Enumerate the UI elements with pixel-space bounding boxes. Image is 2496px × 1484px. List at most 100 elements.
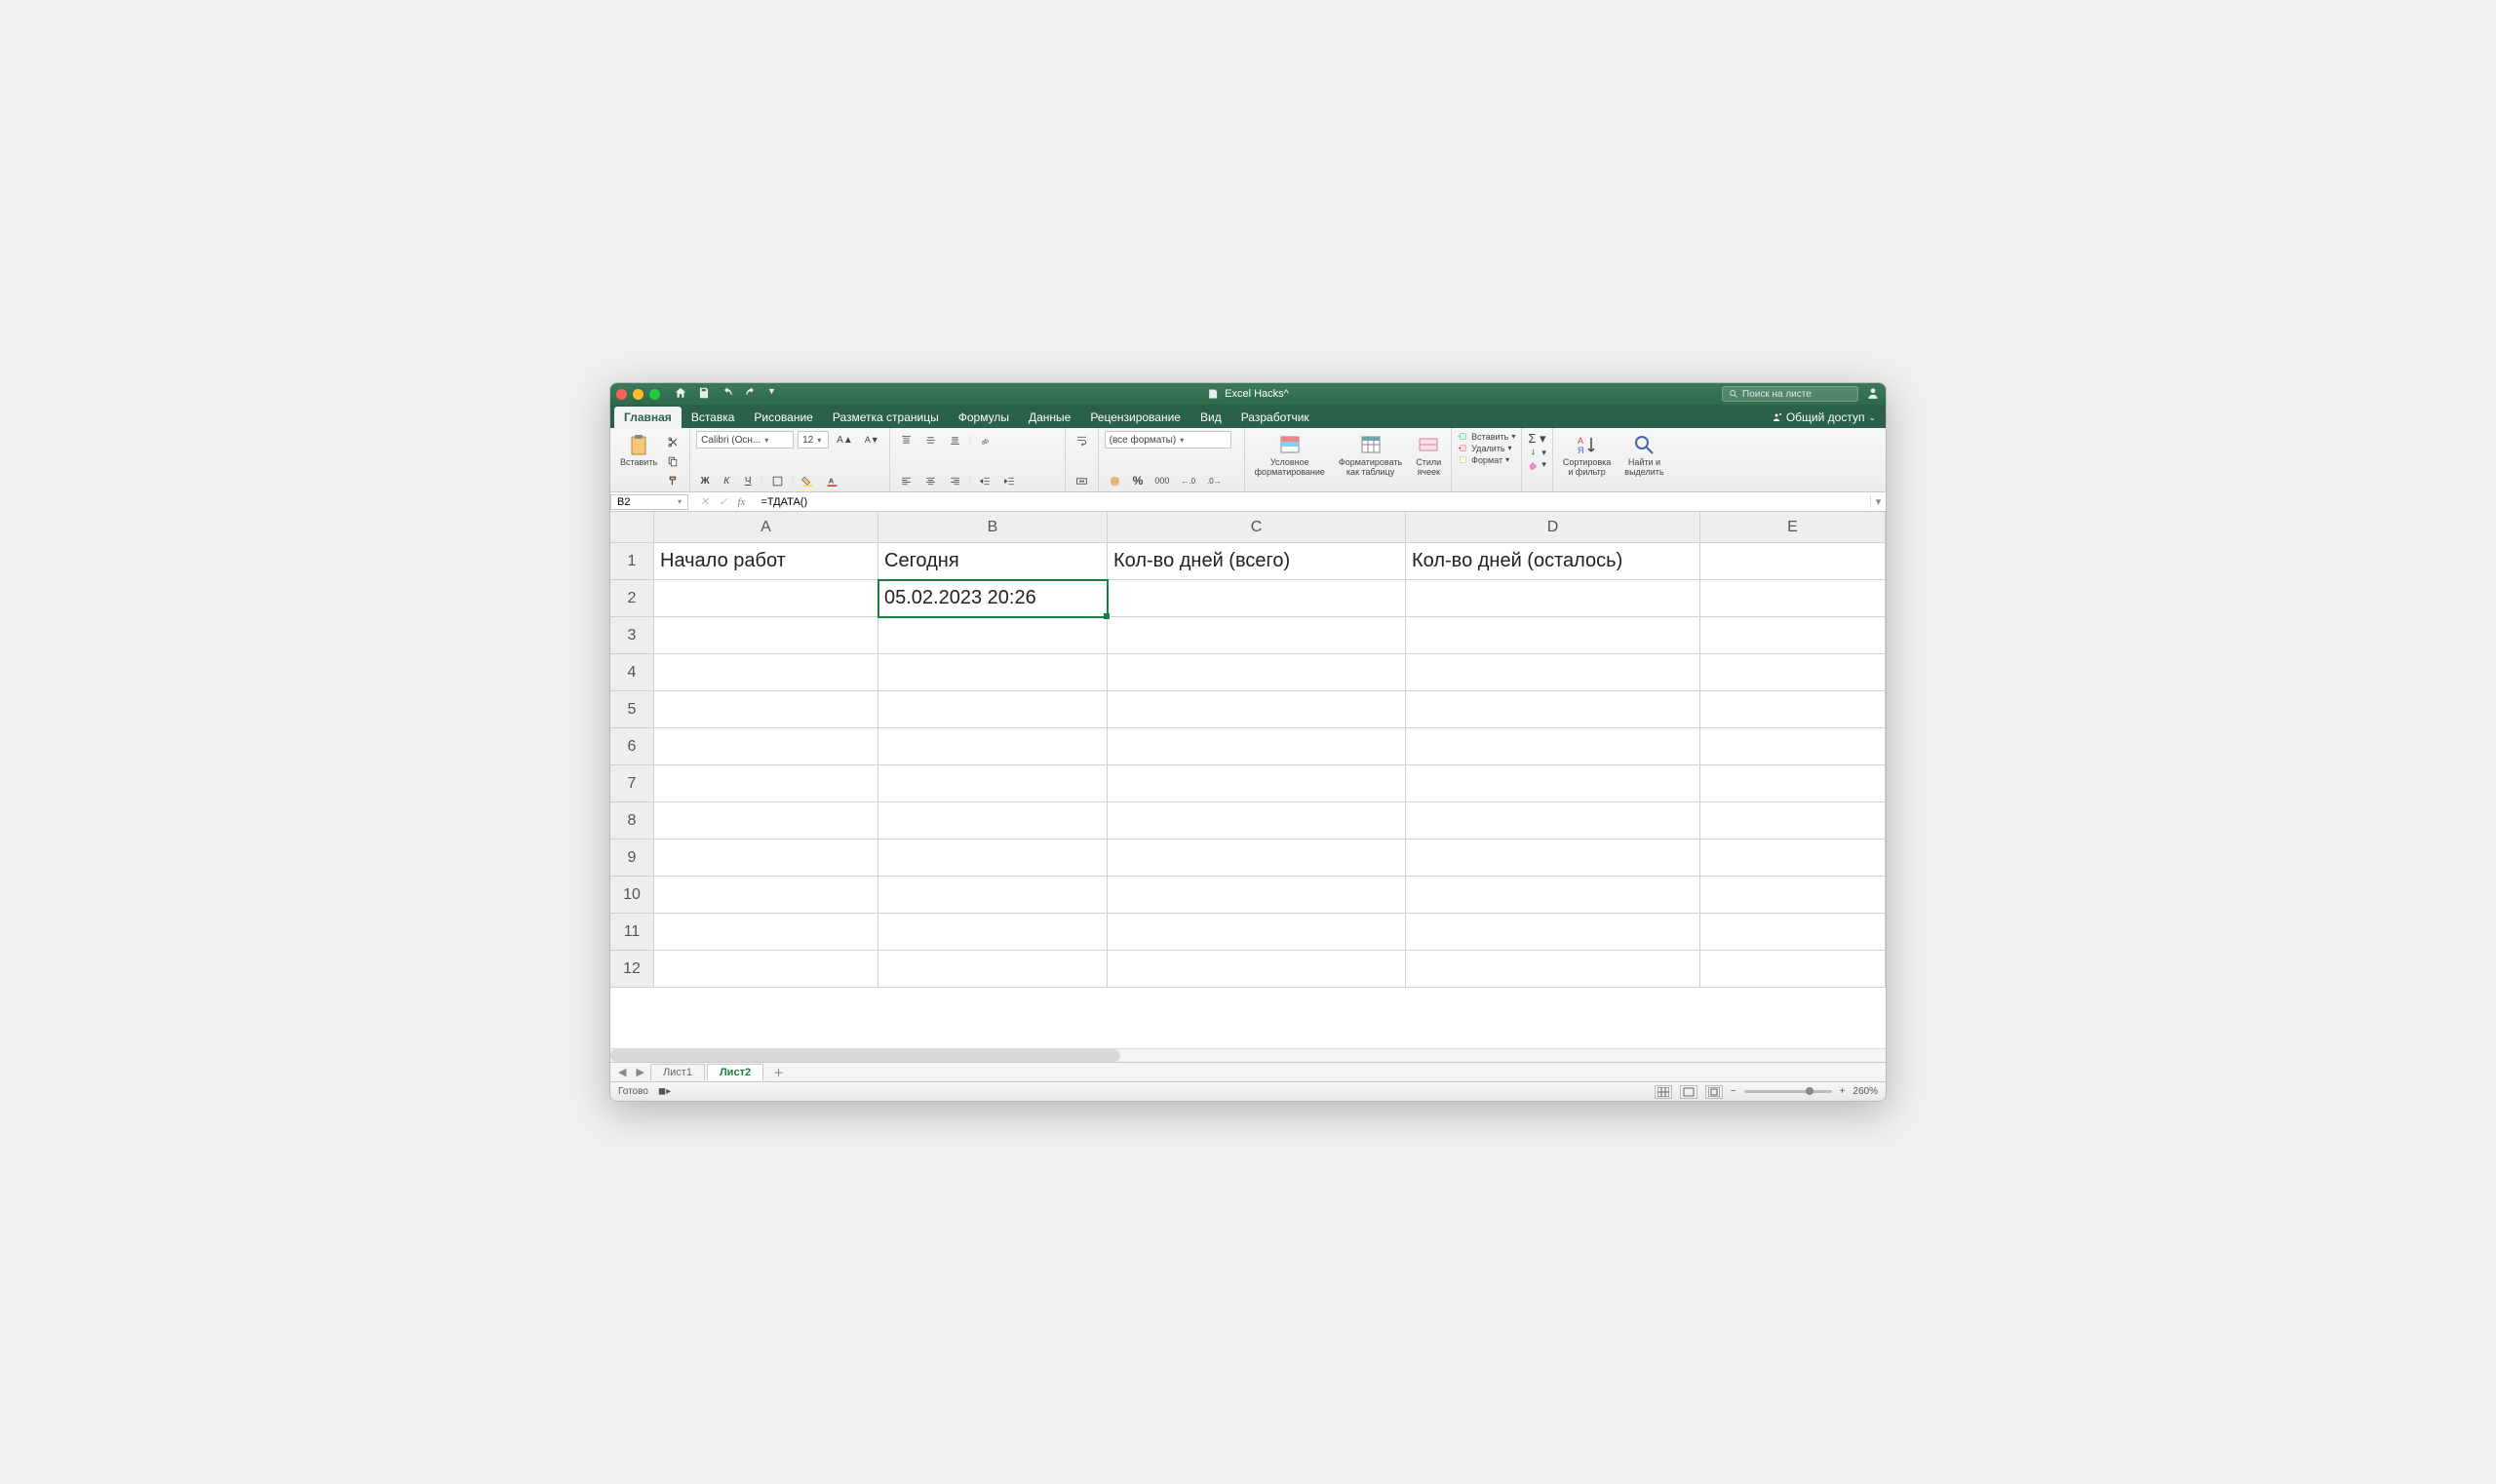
format-painter-icon[interactable] (663, 472, 683, 489)
cell-B10[interactable] (878, 877, 1108, 914)
align-top-icon[interactable] (896, 431, 916, 449)
format-as-table-button[interactable]: Форматировать как таблицу (1335, 431, 1406, 480)
zoom-level[interactable]: 260% (1852, 1086, 1878, 1097)
row-header[interactable]: 10 (610, 877, 654, 914)
cell-B11[interactable] (878, 914, 1108, 951)
tab-view[interactable]: Вид (1190, 407, 1231, 428)
cell-A4[interactable] (654, 654, 878, 691)
cell-A2[interactable] (654, 580, 878, 617)
cell-E1[interactable] (1700, 543, 1886, 580)
cut-icon[interactable] (663, 433, 683, 450)
decrease-font-icon[interactable]: A▼ (861, 431, 883, 449)
align-center-icon[interactable] (920, 472, 941, 489)
page-layout-view-icon[interactable] (1680, 1085, 1697, 1099)
cell-E5[interactable] (1700, 691, 1886, 728)
row-header[interactable]: 4 (610, 654, 654, 691)
cell-E7[interactable] (1700, 765, 1886, 802)
cell-A9[interactable] (654, 840, 878, 877)
cell-B2[interactable]: 05.02.2023 20:26 (878, 580, 1108, 617)
column-header[interactable]: D (1406, 512, 1700, 543)
cell-A11[interactable] (654, 914, 878, 951)
tab-developer[interactable]: Разработчик (1231, 407, 1319, 428)
cell-D6[interactable] (1406, 728, 1700, 765)
cell-E8[interactable] (1700, 802, 1886, 840)
cell-C9[interactable] (1108, 840, 1406, 877)
decrease-decimal-icon[interactable]: .0→ (1203, 472, 1226, 489)
cell-D4[interactable] (1406, 654, 1700, 691)
italic-button[interactable]: К (718, 472, 735, 489)
cell-A1[interactable]: Начало работ (654, 543, 878, 580)
cell-E9[interactable] (1700, 840, 1886, 877)
font-color-icon[interactable]: А (822, 472, 842, 489)
currency-icon[interactable] (1105, 472, 1125, 489)
number-format-select[interactable]: (все форматы) (1105, 431, 1231, 449)
cell-E4[interactable] (1700, 654, 1886, 691)
tab-pagelayout[interactable]: Разметка страницы (823, 407, 949, 428)
row-header[interactable]: 12 (610, 951, 654, 988)
row-header[interactable]: 6 (610, 728, 654, 765)
cell-E11[interactable] (1700, 914, 1886, 951)
border-icon[interactable] (767, 472, 788, 489)
cell-D8[interactable] (1406, 802, 1700, 840)
spreadsheet-grid[interactable]: ABCDE1Начало работСегодняКол-во дней (вс… (610, 512, 1886, 988)
undo-icon[interactable] (721, 386, 734, 403)
sheet-tab-1[interactable]: Лист1 (650, 1064, 705, 1080)
conditional-format-button[interactable]: Условное форматирование (1251, 431, 1329, 480)
normal-view-icon[interactable] (1655, 1085, 1672, 1099)
cell-B6[interactable] (878, 728, 1108, 765)
zoom-slider[interactable] (1744, 1090, 1832, 1093)
minimize-button[interactable] (633, 389, 644, 400)
column-header[interactable]: C (1108, 512, 1406, 543)
find-select-button[interactable]: Найти и выделить (1620, 431, 1667, 480)
cell-D7[interactable] (1406, 765, 1700, 802)
cell-A6[interactable] (654, 728, 878, 765)
add-sheet-button[interactable]: ＋ (765, 1063, 792, 1082)
cell-C6[interactable] (1108, 728, 1406, 765)
select-all-corner[interactable] (610, 512, 654, 543)
cell-D11[interactable] (1406, 914, 1700, 951)
horizontal-scrollbar[interactable] (610, 1048, 1886, 1062)
cell-D3[interactable] (1406, 617, 1700, 654)
cell-E3[interactable] (1700, 617, 1886, 654)
tab-formulas[interactable]: Формулы (949, 407, 1019, 428)
sheet-tab-2[interactable]: Лист2 (707, 1064, 763, 1080)
font-size-select[interactable]: 12 (798, 431, 829, 449)
cell-C4[interactable] (1108, 654, 1406, 691)
cell-A8[interactable] (654, 802, 878, 840)
row-header[interactable]: 9 (610, 840, 654, 877)
zoom-in-button[interactable]: + (1840, 1086, 1846, 1097)
cell-C10[interactable] (1108, 877, 1406, 914)
cell-C12[interactable] (1108, 951, 1406, 988)
cell-E12[interactable] (1700, 951, 1886, 988)
increase-indent-icon[interactable] (999, 472, 1020, 489)
sheet-nav-next-icon[interactable]: ▶ (632, 1066, 647, 1078)
cell-A5[interactable] (654, 691, 878, 728)
cell-B9[interactable] (878, 840, 1108, 877)
cell-B4[interactable] (878, 654, 1108, 691)
cancel-formula-icon[interactable]: ✕ (700, 495, 709, 508)
cell-E6[interactable] (1700, 728, 1886, 765)
redo-icon[interactable] (744, 386, 758, 403)
tab-review[interactable]: Рецензирование (1080, 407, 1190, 428)
cell-D12[interactable] (1406, 951, 1700, 988)
cell-C2[interactable] (1108, 580, 1406, 617)
row-header[interactable]: 5 (610, 691, 654, 728)
align-bottom-icon[interactable] (945, 431, 965, 449)
cell-D5[interactable] (1406, 691, 1700, 728)
cell-C5[interactable] (1108, 691, 1406, 728)
page-break-view-icon[interactable] (1705, 1085, 1723, 1099)
column-header[interactable]: A (654, 512, 878, 543)
cell-A3[interactable] (654, 617, 878, 654)
autosum-button[interactable]: Σ ▾ (1528, 431, 1546, 447)
tab-draw[interactable]: Рисование (744, 407, 822, 428)
formula-input[interactable]: =ТДАТА() (757, 496, 1870, 508)
cell-E10[interactable] (1700, 877, 1886, 914)
row-header[interactable]: 2 (610, 580, 654, 617)
maximize-button[interactable] (649, 389, 660, 400)
comma-icon[interactable]: 000 (1150, 472, 1173, 489)
cell-C8[interactable] (1108, 802, 1406, 840)
clear-button[interactable]: ▾ (1528, 459, 1546, 470)
column-header[interactable]: E (1700, 512, 1886, 543)
macro-record-icon[interactable]: ◼▸ (658, 1086, 671, 1097)
cell-C1[interactable]: Кол-во дней (всего) (1108, 543, 1406, 580)
